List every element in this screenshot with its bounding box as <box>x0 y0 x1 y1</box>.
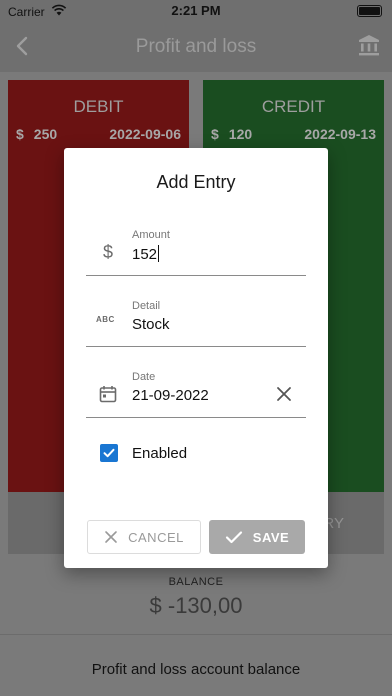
divider <box>0 634 392 635</box>
credit-heading: CREDIT <box>261 97 326 116</box>
dialog-title: Add Entry <box>156 172 236 192</box>
debit-heading: DEBIT <box>73 97 124 116</box>
amount-value: 152 <box>132 246 158 263</box>
battery-icon <box>357 5 382 17</box>
debit-amount: 250 <box>33 126 58 142</box>
check-icon <box>225 531 242 544</box>
debit-entry[interactable]: $250 2022-09-06 <box>8 126 189 142</box>
detail-input[interactable]: Stock <box>132 316 170 333</box>
add-entry-dialog: Add Entry $ Amount 152 ABC Detail Stock … <box>64 148 328 568</box>
enabled-label: Enabled <box>132 444 188 462</box>
checkmark-icon <box>103 448 115 458</box>
credit-currency: $ <box>211 126 219 142</box>
detail-field[interactable]: ABC Detail Stock <box>86 291 306 347</box>
debit-currency: $ <box>16 126 24 142</box>
cancel-label: CANCEL <box>128 529 184 545</box>
debit-date: 2022-09-06 <box>109 126 181 142</box>
date-field[interactable]: Date 21-09-2022 <box>86 362 306 418</box>
date-label: Date <box>132 371 156 383</box>
calendar-icon <box>98 384 118 404</box>
close-icon <box>105 531 117 543</box>
balance-label: BALANCE <box>168 576 224 588</box>
credit-entry[interactable]: $120 2022-09-13 <box>203 126 384 142</box>
bank-icon[interactable] <box>358 34 380 56</box>
text-cursor <box>158 245 160 262</box>
abc-text-icon: ABC <box>96 315 115 324</box>
status-bar: Carrier 2:21 PM <box>0 0 392 22</box>
credit-amount: 120 <box>228 126 253 142</box>
enabled-row[interactable]: Enabled <box>100 444 187 462</box>
svg-text:$: $ <box>103 242 113 262</box>
dollar-icon: $ <box>98 242 118 262</box>
cancel-button[interactable]: CANCEL <box>87 520 201 554</box>
credit-date: 2022-09-13 <box>304 126 376 142</box>
save-button[interactable]: SAVE <box>209 520 305 554</box>
status-time: 2:21 PM <box>171 3 221 18</box>
amount-input[interactable]: 152 <box>132 245 160 263</box>
save-label: SAVE <box>252 529 290 545</box>
detail-label: Detail <box>132 300 161 312</box>
date-input[interactable]: 21-09-2022 <box>132 387 209 404</box>
footer-text: Profit and loss account balance <box>91 661 301 678</box>
page-title: Profit and loss <box>135 36 257 57</box>
balance-value: $ -130,00 <box>149 593 243 618</box>
amount-field[interactable]: $ Amount 152 <box>86 220 306 276</box>
app-bar: Profit and loss <box>0 22 392 72</box>
enabled-checkbox[interactable] <box>100 444 118 462</box>
amount-label: Amount <box>132 229 170 241</box>
clear-date-icon[interactable] <box>276 386 292 402</box>
